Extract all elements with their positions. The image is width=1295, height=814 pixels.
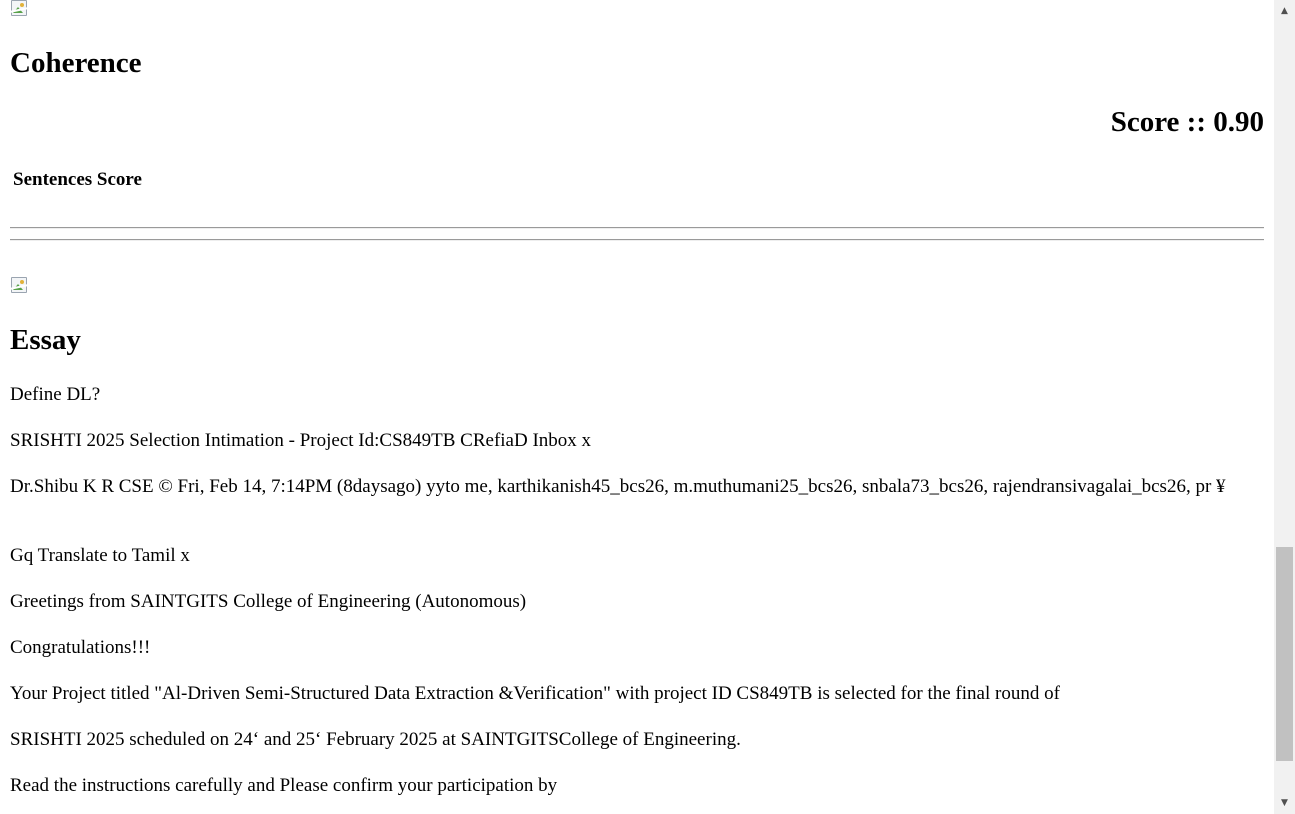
scrollbar-thumb[interactable]: [1276, 547, 1293, 761]
essay-paragraph: Greetings from SAINTGITS College of Engi…: [10, 591, 527, 612]
essay-paragraph: Define DL?: [10, 384, 101, 405]
divider: [10, 239, 1264, 241]
broken-image-icon: [9, 0, 29, 16]
essay-paragraph: SRISHTI 2025 Selection Intimation - Proj…: [10, 430, 592, 451]
coherence-score: Score :: 0.90: [1110, 106, 1264, 138]
sentences-score-header: Sentences Score: [13, 169, 142, 190]
essay-paragraph: Congratulations!!!: [10, 637, 151, 658]
scroll-up-arrow-icon[interactable]: ▲: [1274, 0, 1295, 22]
broken-image-icon: [9, 277, 29, 293]
essay-paragraph: Read the instructions carefully and Plea…: [10, 775, 558, 796]
divider: [10, 227, 1264, 229]
essay-paragraph: Gq Translate to Tamil x: [10, 545, 190, 566]
vertical-scrollbar[interactable]: ▲ ▼: [1274, 0, 1295, 814]
scroll-down-arrow-icon[interactable]: ▼: [1274, 792, 1295, 814]
essay-title: Essay: [10, 324, 81, 356]
essay-paragraph: Your Project titled "Al-Driven Semi-Stru…: [10, 683, 1060, 704]
coherence-title: Coherence: [10, 47, 142, 79]
essay-paragraph: SRISHTI 2025 scheduled on 24‘ and 25‘ Fe…: [10, 729, 741, 750]
essay-paragraph: Dr.Shibu K R CSE © Fri, Feb 14, 7:14PM (…: [10, 476, 1226, 497]
